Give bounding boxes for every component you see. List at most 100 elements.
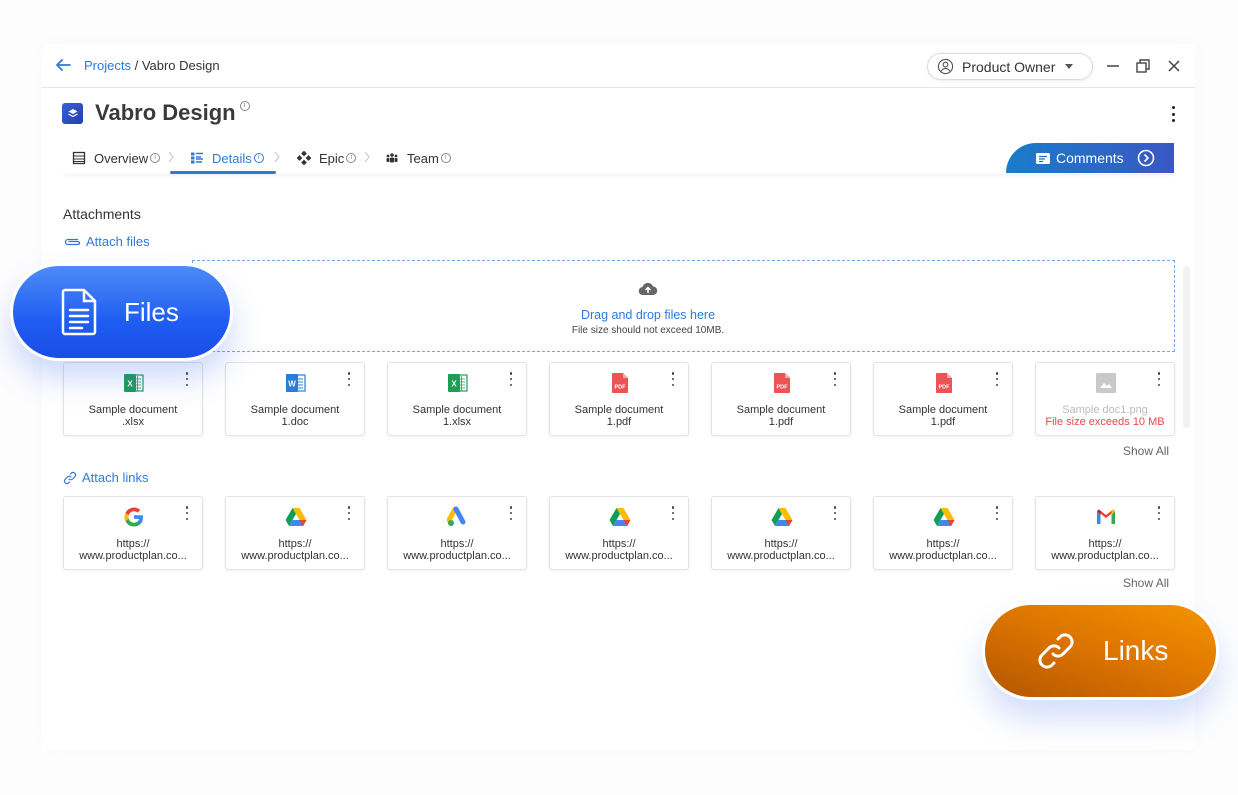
more-options-icon[interactable] [346, 506, 352, 520]
more-options-icon[interactable] [184, 372, 190, 386]
more-options-icon[interactable] [670, 372, 676, 386]
link-url: https://www.productplan.co... [565, 538, 673, 562]
info-icon[interactable]: i [253, 153, 264, 163]
more-options-icon[interactable] [832, 506, 838, 520]
file-name: Sample document .xlsx [88, 404, 178, 428]
back-arrow-icon[interactable] [54, 56, 72, 74]
comments-button[interactable]: Comments [1006, 143, 1174, 173]
pdf-file-icon: PDF [774, 373, 790, 393]
word-file-icon: W [286, 374, 306, 392]
comments-label: Comments [1056, 150, 1124, 166]
document-icon [61, 288, 97, 336]
role-selector[interactable]: Product Owner [927, 53, 1093, 80]
info-icon[interactable]: i [239, 101, 250, 111]
link-card[interactable]: https://www.productplan.co... [549, 496, 689, 570]
more-options-icon[interactable] [994, 506, 1000, 520]
chevron-right-icon [364, 151, 370, 163]
link-card[interactable]: https://www.productplan.co... [711, 496, 851, 570]
attach-links-button[interactable]: Attach links [63, 470, 148, 485]
more-options-icon[interactable] [670, 506, 676, 520]
file-dropzone[interactable]: Drag and drop files here File size shoul… [192, 260, 1175, 352]
team-icon [386, 153, 398, 163]
more-options-icon[interactable] [1156, 372, 1162, 386]
info-icon[interactable]: i [346, 153, 357, 163]
user-circle-icon [937, 58, 954, 75]
tab-team[interactable]: Team i [385, 142, 451, 174]
more-options-icon[interactable] [1166, 104, 1180, 124]
link-card[interactable]: https://www.productplan.co... [873, 496, 1013, 570]
svg-text:X: X [127, 380, 133, 389]
link-url: https://www.productplan.co... [1051, 538, 1159, 562]
link-card[interactable]: https://www.productplan.co... [387, 496, 527, 570]
file-card[interactable]: W Sample document 1.doc [225, 362, 365, 436]
more-options-icon[interactable] [832, 372, 838, 386]
file-card[interactable]: X Sample document .xlsx [63, 362, 203, 436]
pdf-file-icon: PDF [936, 373, 952, 393]
link-card[interactable]: https://www.productplan.co... [63, 496, 203, 570]
more-options-icon[interactable] [508, 506, 514, 520]
breadcrumb-separator: / [130, 58, 142, 73]
link-card[interactable]: https://www.productplan.co... [1035, 496, 1175, 570]
file-list: X Sample document .xlsx W Sample document… [63, 362, 1175, 436]
more-options-icon[interactable] [346, 372, 352, 386]
tab-details[interactable]: Details i [170, 142, 276, 174]
google-drive-icon [933, 508, 955, 526]
file-error-message: File size exceeds 10 MB [1045, 416, 1165, 428]
link-url: https://www.productplan.co... [889, 538, 997, 562]
scrollbar[interactable] [1183, 266, 1190, 428]
tab-overview[interactable]: Overview i [72, 142, 161, 174]
link-list: https://www.productplan.co... https://ww… [63, 496, 1175, 570]
close-icon[interactable] [1165, 57, 1183, 75]
page-title: Vabro Design [95, 100, 236, 125]
file-name: Sample document 1.pdf [898, 404, 988, 428]
file-card[interactable]: X Sample document 1.xlsx [387, 362, 527, 436]
svg-text:PDF: PDF [777, 385, 789, 391]
link-icon [63, 471, 77, 484]
google-drive-icon [771, 508, 793, 526]
top-bar: Projects / Vabro Design Product Owner [42, 44, 1195, 88]
list-icon [72, 151, 86, 165]
breadcrumb-current: Vabro Design [141, 58, 220, 73]
attach-files-button[interactable]: Attach files [63, 234, 150, 249]
more-options-icon[interactable] [1156, 506, 1162, 520]
svg-text:X: X [451, 380, 457, 389]
file-card[interactable]: PDF Sample document 1.pdf [549, 362, 689, 436]
file-card[interactable]: PDF Sample document 1.pdf [711, 362, 851, 436]
cloud-upload-icon [638, 282, 658, 296]
file-card[interactable]: PDF Sample document 1.pdf [873, 362, 1013, 436]
link-url: https://www.productplan.co... [727, 538, 835, 562]
image-file-icon [1096, 373, 1116, 393]
more-options-icon[interactable] [184, 506, 190, 520]
file-name: Sample document 1.doc [250, 404, 340, 428]
restore-icon[interactable] [1134, 57, 1152, 75]
info-icon[interactable]: i [440, 153, 451, 163]
comment-icon [1036, 152, 1050, 164]
details-icon [191, 152, 203, 164]
google-icon [124, 507, 143, 527]
show-all-links-link[interactable]: Show All [1123, 576, 1169, 590]
role-label: Product Owner [962, 58, 1056, 75]
files-badge[interactable]: Files [10, 263, 233, 361]
file-name: Sample document 1.pdf [736, 404, 826, 428]
file-card-error[interactable]: Sample doc1.png File size exceeds 10 MB [1035, 362, 1175, 436]
stage: Projects / Vabro Design Product Owner Va… [0, 0, 1238, 795]
tab-epic[interactable]: Epic i [297, 142, 357, 174]
dropzone-subtitle: File size should not exceed 10MB. [571, 325, 725, 336]
google-drive-icon [285, 508, 307, 526]
links-badge[interactable]: Links [982, 602, 1219, 700]
breadcrumb-projects-link[interactable]: Projects [84, 58, 131, 73]
show-all-files-link[interactable]: Show All [1123, 444, 1169, 458]
dropzone-title: Drag and drop files here [580, 308, 716, 322]
info-icon[interactable]: i [150, 153, 161, 163]
more-options-icon[interactable] [508, 372, 514, 386]
link-url: https://www.productplan.co... [79, 538, 187, 562]
more-options-icon[interactable] [994, 372, 1000, 386]
link-url: https://www.productplan.co... [403, 538, 511, 562]
google-drive-icon [609, 508, 631, 526]
chevron-down-icon [1065, 64, 1074, 69]
link-card[interactable]: https://www.productplan.co... [225, 496, 365, 570]
chevron-right-circle-icon [1137, 149, 1154, 167]
file-name: Sample document 1.pdf [574, 404, 664, 428]
file-name: Sample document 1.xlsx [412, 404, 502, 428]
minimize-icon[interactable] [1104, 57, 1122, 75]
